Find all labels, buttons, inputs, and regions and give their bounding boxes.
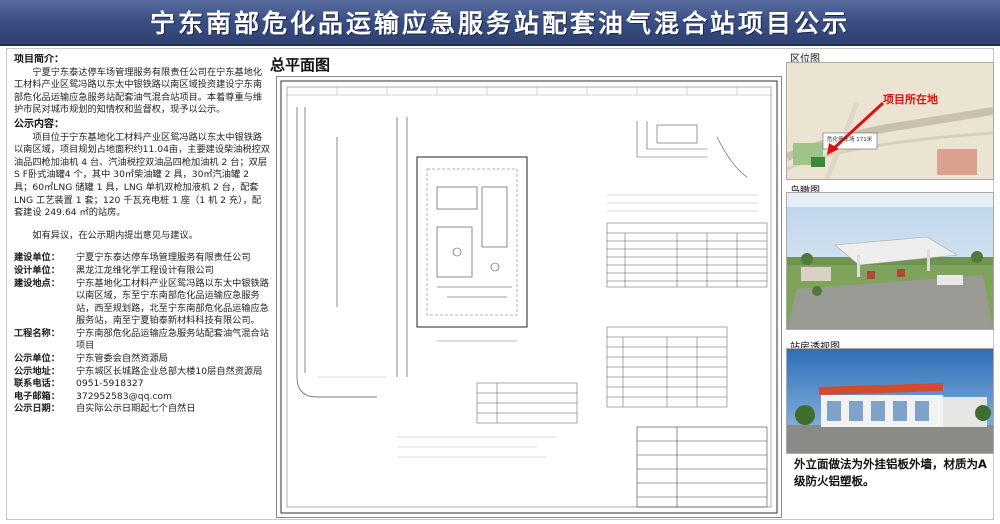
detail-value: 372952583@qq.com [76, 390, 173, 402]
page-title: 宁东南部危化品运输应急服务站配套油气混合站项目公示 [149, 9, 850, 38]
detail-row: 公示日期： 自实际公示日期起七个自然日 [14, 403, 270, 416]
station-perspective-image [786, 348, 994, 454]
announcement-heading: 公示内容： [14, 118, 64, 130]
text-column: 项目简介： 宁夏宁东泰达停车场管理服务有限责任公司在宁东基地化工材料产业区鸳冯路… [14, 54, 270, 520]
detail-value: 宁东南部危化品运输应急服务站配套油气混合站项目 [76, 327, 269, 352]
detail-label: 建设单位： [14, 252, 60, 264]
detail-label: 电子邮箱： [14, 390, 60, 402]
detail-row: 建设地点： 宁东基地化工材料产业区鸳冯路以东太中银铁路以南区域，东至宁东南部危化品… [14, 278, 270, 328]
detail-label: 建设地点： [14, 277, 60, 289]
detail-row: 设计单位： 黑龙江龙维化学工程设计有限公司 [14, 265, 270, 278]
detail-label: 公示单位： [14, 353, 60, 365]
announcement-text: 项目位于宁东基地化工材料产业区鸳冯路以东太中银铁路以南区域，项目规划占地面积约1… [14, 131, 270, 219]
location-callout: 项目所在地 [883, 93, 938, 106]
site-plan-drawing [276, 76, 782, 518]
detail-label: 联系电话： [14, 378, 60, 390]
location-sign: 危化停车场 171米 [827, 137, 873, 143]
facade-caption: 外立面做法为外挂铝板外墙，材质为A级防火铝塑板。 [794, 457, 987, 488]
intro-text: 宁夏宁东泰达停车场管理服务有限责任公司在宁东基地化工材料产业区鸳冯路以东太中银铁… [14, 66, 263, 116]
location-map: 项目所在地 危化停车场 171米 [786, 62, 994, 180]
detail-label: 公示地址： [14, 365, 60, 377]
detail-row: 工程名称： 宁东南部危化品运输应急服务站配套油气混合站项目 [14, 328, 270, 353]
detail-value: 宁夏宁东泰达停车场管理服务有限责任公司 [76, 252, 251, 264]
detail-row: 公示单位： 宁东管委会自然资源局 [14, 353, 270, 366]
detail-value: 黑龙江龙维化学工程设计有限公司 [76, 264, 214, 276]
plan-title: 总平面图 [270, 56, 331, 74]
detail-label: 公示日期： [14, 403, 60, 415]
objection-text: 如有异议，在公示期内提出意见与建议。 [32, 229, 198, 241]
title-banner: 宁东南部危化品运输应急服务站配套油气混合站项目公示 [0, 0, 1000, 46]
aerial-view-image [786, 192, 994, 330]
detail-row: 电子邮箱： 372952583@qq.com [14, 391, 270, 404]
detail-value: 宁东城区长城路企业总部大楼10层自然资源局 [76, 365, 263, 377]
detail-label: 设计单位： [14, 264, 60, 276]
detail-row: 联系电话： 0951-5918327 [14, 378, 270, 391]
detail-row: 公示地址： 宁东城区长城路企业总部大楼10层自然资源局 [14, 366, 270, 379]
intro-heading: 项目简介： [14, 54, 64, 65]
detail-row: 建设单位： 宁夏宁东泰达停车场管理服务有限责任公司 [14, 252, 270, 265]
detail-value: 自实际公示日期起七个自然日 [76, 403, 196, 415]
detail-value: 宁东基地化工材料产业区鸳冯路以东太中银铁路以南区域，东至宁东南部危化品运输应急服… [76, 277, 269, 327]
detail-label: 工程名称： [14, 327, 60, 339]
detail-value: 0951-5918327 [76, 378, 144, 390]
detail-value: 宁东管委会自然资源局 [76, 353, 168, 365]
